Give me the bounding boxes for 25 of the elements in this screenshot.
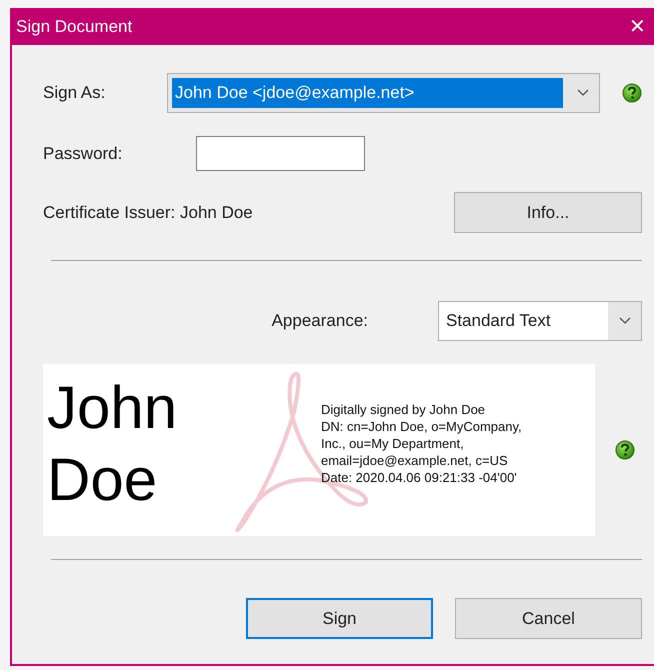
signature-detail-line: Inc., ou=My Department, [321,435,465,452]
password-label: Password: [43,142,124,165]
signature-detail-line: Digitally signed by John Doe [321,401,486,418]
signature-detail-line: Date: 2020.04.06 09:21:33 -04'00' [321,469,518,486]
sign-as-label: Sign As: [43,82,106,104]
certificate-issuer-text: Certificate Issuer: John Doe [43,202,253,224]
help-icon[interactable] [622,83,642,103]
signature-detail-line: DN: cn=John Doe, o=MyCompany, [321,418,522,435]
chevron-down-icon [618,317,630,325]
chevron-down-icon [577,89,589,97]
appearance-dropdown[interactable]: Standard Text [438,301,642,341]
appearance-label: Appearance: [272,310,368,332]
dropdown-value: Standard Text [439,302,608,340]
help-icon[interactable] [615,440,635,460]
info-button[interactable]: Info... [454,192,642,233]
sign-button[interactable]: Sign [246,598,433,639]
window-title: Sign Document [16,16,132,38]
signature-name: Doe [47,445,158,515]
signature-detail-line: email=jdoe@example.net, c=US [321,452,509,469]
close-button[interactable]: ✕ [625,16,650,36]
password-field[interactable] [196,136,365,171]
signature-name: John [47,373,178,443]
cancel-button[interactable]: Cancel [455,598,642,639]
sign-as-dropdown[interactable]: John Doe <jdoe@example.net> [167,73,600,113]
dropdown-value: John Doe <jdoe@example.net> [172,78,563,108]
